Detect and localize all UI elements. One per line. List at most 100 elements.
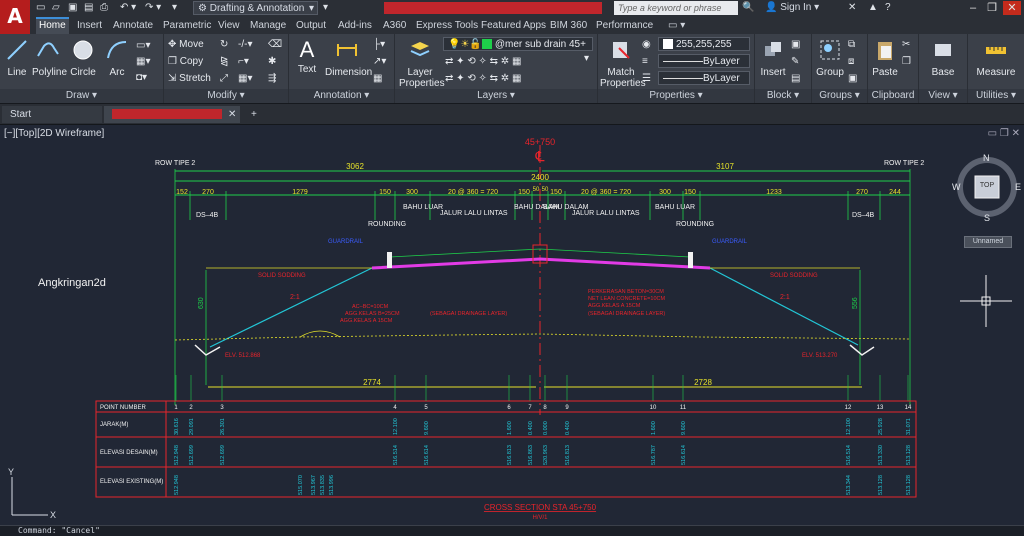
linetype-icon[interactable]: ≡	[642, 54, 648, 69]
stretch-button[interactable]: ⇲ Stretch	[168, 71, 211, 86]
plot-icon[interactable]: ⎙	[100, 1, 108, 15]
tab-featured-apps[interactable]: Featured Apps	[478, 17, 549, 34]
attribute-icon[interactable]: ▤	[791, 71, 800, 86]
drawing-canvas[interactable]: [−][Top][2D Wireframe] ▭ ❐ ✕ 45+750 ℄ RO…	[0, 125, 1024, 525]
application-menu-button[interactable]: A	[0, 0, 30, 34]
edit-block-icon[interactable]: ✎	[791, 54, 799, 69]
trim-icon[interactable]: -/-▾	[238, 37, 252, 52]
layer-dropdown[interactable]: 💡☀🔓 @mer sub drain 45+ ▾	[443, 37, 593, 64]
offset-icon[interactable]: ⇶	[268, 71, 276, 86]
scale-icon[interactable]: ⤢	[220, 71, 228, 86]
a360-icon[interactable]: ▲	[868, 1, 878, 15]
lineweight-icon[interactable]: ☰	[642, 71, 651, 86]
fillet-icon[interactable]: ⌐▾	[238, 54, 249, 69]
layer-properties-button[interactable]: Layer Properties	[399, 36, 445, 89]
base-button[interactable]: Base	[929, 36, 957, 78]
compass-east[interactable]: E	[1015, 182, 1021, 192]
command-line[interactable]: Command: "Cancel"	[0, 525, 1024, 536]
text-button[interactable]: A Text	[295, 36, 319, 76]
cut-icon[interactable]: ✂	[902, 37, 910, 52]
paste-button[interactable]: Paste	[872, 36, 898, 78]
explode-icon[interactable]: ✱	[268, 54, 276, 69]
ungroup-icon[interactable]: ⧉	[848, 37, 855, 52]
new-icon[interactable]: ▭	[36, 1, 45, 15]
utilities-panel-title[interactable]: Utilities ▾	[968, 89, 1024, 103]
viewcube[interactable]: N S E W TOP Unnamed	[952, 151, 1022, 251]
polyline-button[interactable]: Polyline	[32, 36, 67, 78]
close-tab-icon[interactable]: ✕	[228, 109, 236, 120]
linetype-dropdown[interactable]: ByLayer	[658, 54, 750, 68]
close-button[interactable]: ✕	[1003, 1, 1021, 15]
modify-panel-title[interactable]: Modify ▾	[164, 89, 288, 103]
save-icon[interactable]: ▣	[68, 1, 77, 15]
block-panel-title[interactable]: Block ▾	[755, 89, 811, 103]
tab-express-tools[interactable]: Express Tools	[413, 17, 481, 34]
ribbon-toggle-icon[interactable]: ▭ ▾	[665, 17, 688, 34]
draw-panel-title[interactable]: Draw ▾	[0, 89, 163, 103]
group-button[interactable]: Group	[816, 36, 844, 78]
search-input[interactable]: Type a keyword or phrase	[614, 1, 738, 15]
open-icon[interactable]: ▱	[52, 1, 60, 15]
erase-icon[interactable]: ⌫	[268, 37, 282, 52]
clipboard-panel-title[interactable]: Clipboard	[868, 89, 918, 103]
mirror-icon[interactable]: ⧎	[220, 54, 228, 69]
layer-tools-row-2[interactable]: ⇄ ✦ ⟲ ✧ ⇆ ✲ ▦	[445, 71, 521, 86]
maximize-button[interactable]: ❐	[983, 1, 1001, 15]
compass-west[interactable]: W	[952, 182, 961, 192]
ucs-menu[interactable]: Unnamed	[964, 236, 1012, 248]
start-tab[interactable]: Start	[2, 106, 102, 123]
undo-icon[interactable]: ↶ ▾	[120, 1, 136, 15]
move-button[interactable]: ✥ Move	[168, 37, 204, 52]
rectangle-icon[interactable]: ▭▾	[136, 38, 150, 53]
groups-panel-title[interactable]: Groups ▾	[812, 89, 867, 103]
tab-a360[interactable]: A360	[380, 17, 409, 34]
tab-output[interactable]: Output	[293, 17, 329, 34]
search-icon[interactable]: 🔍	[742, 1, 754, 15]
properties-panel-title[interactable]: Properties ▾	[598, 89, 754, 103]
workspace-dropdown[interactable]: ⚙ Drafting & Annotation ▾	[193, 1, 318, 15]
redo-icon[interactable]: ↷ ▾	[145, 1, 161, 15]
group-select-icon[interactable]: ▣	[848, 71, 857, 86]
lineweight-dropdown[interactable]: ByLayer	[658, 71, 750, 85]
copy-clip-icon[interactable]: ❐	[902, 54, 911, 69]
color-wheel-icon[interactable]: ◉	[642, 37, 651, 52]
tab-view[interactable]: View	[215, 17, 243, 34]
tab-insert[interactable]: Insert	[74, 17, 105, 34]
tab-performance[interactable]: Performance	[593, 17, 656, 34]
copy-button[interactable]: ❐ Copy	[168, 54, 203, 69]
new-tab-button[interactable]: +	[246, 106, 264, 123]
linear-dim-icon[interactable]: ├▾	[373, 37, 385, 52]
arc-button[interactable]: Arc	[104, 36, 130, 78]
compass-north[interactable]: N	[983, 153, 990, 163]
compass-south[interactable]: S	[984, 213, 990, 223]
exchange-icon[interactable]: ✕	[848, 1, 856, 15]
tab-annotate[interactable]: Annotate	[110, 17, 156, 34]
sign-in[interactable]: 👤 Sign In ▾	[765, 1, 819, 15]
tab-bim-360[interactable]: BIM 360	[547, 17, 590, 34]
view-panel-title[interactable]: View ▾	[919, 89, 967, 103]
drawing-tab[interactable]: ✕	[104, 106, 240, 123]
tab-manage[interactable]: Manage	[247, 17, 289, 34]
viewcube-top-face[interactable]: TOP	[975, 182, 999, 189]
measure-button[interactable]: Measure	[974, 36, 1018, 78]
annotation-panel-title[interactable]: Annotation ▾	[289, 89, 394, 103]
customize-qat-icon[interactable]: ▾	[323, 1, 328, 15]
layers-panel-title[interactable]: Layers ▾	[395, 89, 597, 103]
rotate-icon[interactable]: ↻	[220, 37, 228, 52]
create-block-icon[interactable]: ▣	[791, 37, 800, 52]
insert-button[interactable]: Insert	[759, 36, 787, 78]
group-edit-icon[interactable]: ⧈	[848, 54, 854, 69]
table-icon[interactable]: ▦	[373, 71, 382, 86]
tab-parametric[interactable]: Parametric	[160, 17, 214, 34]
circle-button[interactable]: Circle	[70, 36, 96, 78]
tab-home[interactable]: Home	[36, 17, 69, 34]
help-icon[interactable]: ?	[885, 1, 891, 15]
gradient-icon[interactable]: ◘▾	[136, 70, 147, 85]
layer-tools-row-1[interactable]: ⇄ ✦ ⟲ ✧ ⇆ ✲ ▦	[445, 54, 521, 69]
hatch-icon[interactable]: ▦▾	[136, 54, 150, 69]
line-button[interactable]: Line	[4, 36, 30, 78]
tab-add-ins[interactable]: Add-ins	[335, 17, 375, 34]
leader-icon[interactable]: ↗▾	[373, 54, 386, 69]
minimize-button[interactable]: –	[964, 1, 982, 15]
color-dropdown[interactable]: 255,255,255	[658, 37, 750, 51]
